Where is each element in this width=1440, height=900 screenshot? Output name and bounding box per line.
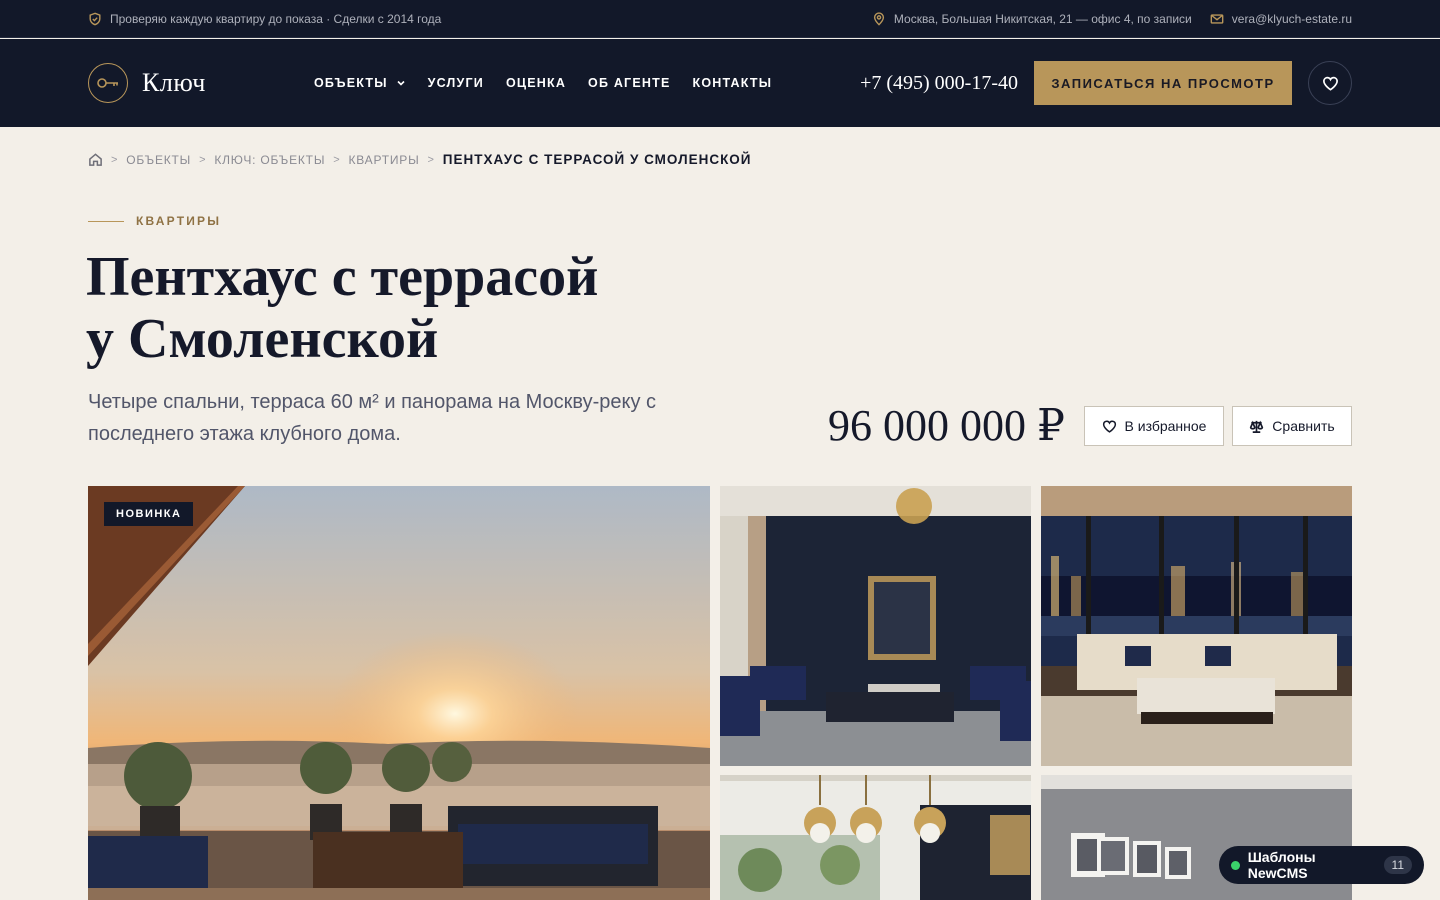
chevron-down-icon [397,80,405,86]
eyebrow-text: КВАРТИРЫ [136,214,222,228]
home-icon[interactable] [88,152,103,167]
title-line-1: Пентхаус с террасой [86,246,599,308]
topbar-address-text: Москва, Большая Никитская, 21 — офис 4, … [893,11,1192,26]
compare-button[interactable]: Сравнить [1232,406,1352,446]
nav-item-valuation[interactable]: ОЦЕНКА [506,76,566,90]
breadcrumb-current: ПЕНТХАУС С ТЕРРАСОЙ У СМОЛЕНСКОЙ [442,152,752,167]
chevron-right-icon: > [199,153,207,166]
topbar: Проверяю каждую квартиру до показа · Сде… [0,0,1440,38]
heart-icon [1322,76,1338,91]
logo[interactable]: Ключ [88,63,314,103]
compare-label: Сравнить [1272,418,1335,434]
topbar-email-text[interactable]: vera@klyuch-estate.ru [1232,12,1352,26]
topbar-email-link[interactable]: vera@klyuch-estate.ru [1210,12,1352,26]
gallery-main-photo[interactable] [88,486,710,900]
living-room-fireplace-photo [720,486,1031,766]
gallery-thumb-city-view[interactable] [1041,486,1352,766]
book-viewing-button[interactable]: ЗАПИСАТЬСЯ НА ПРОСМОТР [1034,61,1292,105]
breadcrumb-item-klyuch-objects[interactable]: КЛЮЧ: ОБЪЕКТЫ [214,153,325,167]
mail-icon [1210,13,1224,24]
favorites-label: В избранное [1124,418,1207,434]
newcms-templates-widget[interactable]: Шаблоны NewCMS 11 [1219,846,1424,884]
phone-link[interactable]: +7 (495) 000-17-40 [860,72,1018,95]
shield-check-icon [89,12,101,25]
gallery-thumb-living-room[interactable] [720,486,1031,766]
chevron-right-icon: > [333,153,341,166]
listing-price: 96 000 000 ₽ [828,401,1065,450]
widget-count-badge: 11 [1383,856,1412,874]
map-pin-icon [873,11,884,26]
breadcrumb-item-objects[interactable]: ОБЪЕКТЫ [126,153,191,167]
chevron-right-icon: > [427,153,435,166]
online-status-dot [1231,860,1240,870]
breadcrumb-item-apartments[interactable]: КВАРТИРЫ [348,153,419,167]
logo-text: Ключ [142,68,206,97]
topbar-address: Москва, Большая Никитская, 21 — офис 4, … [872,12,1192,26]
main-header: Ключ ОБЪЕКТЫ УСЛУГИ ОЦЕНКА ОБ АГЕНТЕ КОН… [0,39,1440,127]
chevron-right-icon: > [111,153,119,166]
title-line-2: у Смоленской [86,308,439,370]
topbar-guarantee: Проверяю каждую квартиру до показа · Сде… [88,12,441,26]
add-to-favorites-button[interactable]: В избранное [1084,406,1224,446]
scales-icon [1250,420,1264,433]
heart-icon [1102,420,1116,433]
nav-item-label: ОБЪЕКТЫ [314,76,388,90]
eyebrow-divider [88,220,124,222]
nav-item-about-agent[interactable]: ОБ АГЕНТЕ [588,76,670,90]
favorites-button[interactable] [1308,61,1352,105]
terrace-sunset-photo [88,486,710,900]
listing-subtitle: Четыре спальни, терраса 60 м² и панорама… [88,391,657,445]
kitchen-pendant-photo [720,775,1031,900]
category-eyebrow: КВАРТИРЫ [88,214,221,228]
nav-item-services[interactable]: УСЛУГИ [428,76,484,90]
nav-item-objects[interactable]: ОБЪЕКТЫ [314,76,406,90]
nav-item-contacts[interactable]: КОНТАКТЫ [692,76,772,90]
panoramic-lounge-photo [1041,486,1352,766]
page-title: Пентхаус с террасой у Смоленской [86,246,706,370]
widget-label: Шаблоны NewCMS [1247,849,1316,881]
breadcrumb: > ОБЪЕКТЫ > КЛЮЧ: ОБЪЕКТЫ > КВАРТИРЫ > П… [88,152,752,167]
main-nav: ОБЪЕКТЫ УСЛУГИ ОЦЕНКА ОБ АГЕНТЕ КОНТАКТЫ [314,76,772,90]
gallery-thumb-kitchen[interactable] [720,775,1031,900]
topbar-guarantee-text: Проверяю каждую квартиру до показа · Сде… [110,11,442,26]
key-logo-icon [88,63,128,103]
new-badge: НОВИНКА [104,502,194,526]
